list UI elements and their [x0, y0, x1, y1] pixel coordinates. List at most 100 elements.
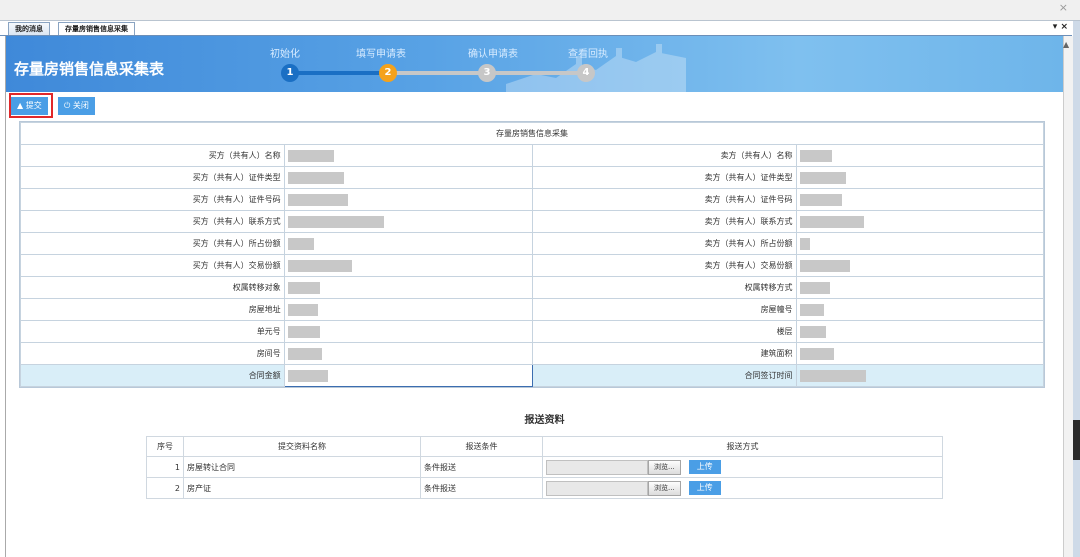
power-icon: ⏻ — [64, 101, 71, 110]
col-header-method: 报送方式 — [542, 436, 943, 457]
unit-number-label: 单元号 — [20, 320, 285, 343]
form-row: 买方（共有人）名称 卖方（共有人）名称 — [20, 144, 1045, 167]
transfer-method-label: 权属转移方式 — [531, 276, 797, 299]
seller-share-label: 卖方（共有人）所占份额 — [531, 232, 797, 255]
buyer-name-field[interactable] — [283, 144, 533, 167]
row-no: 2 — [146, 477, 184, 499]
seller-contact-label: 卖方（共有人）联系方式 — [531, 210, 797, 233]
banner: 存量房销售信息采集表 初始化 填写申请表 确认申请表 查看回执 1 2 3 4 — [6, 36, 1063, 92]
material-name: 房产证 — [183, 477, 421, 499]
seller-id-type-field[interactable] — [795, 166, 1045, 189]
form-row: 合同金额 合同签订时间 — [20, 364, 1045, 387]
form-row: 房间号 建筑面积 — [20, 342, 1045, 365]
step-dot-1: 1 — [281, 64, 299, 82]
seller-trade-share-field[interactable] — [795, 254, 1045, 277]
table-row: 1 房屋转让合同 条件报送 浏览... 上传 — [146, 456, 943, 478]
tab-stock-house-collection[interactable]: 存量房销售信息采集 — [58, 22, 135, 35]
buyer-share-label: 买方（共有人）所占份额 — [20, 232, 285, 255]
submit-highlight-box — [9, 93, 53, 118]
contract-amount-label: 合同金额 — [20, 364, 285, 387]
buyer-id-type-field[interactable] — [283, 166, 533, 189]
window-titlebar: × — [0, 0, 1080, 21]
material-name: 房屋转让合同 — [183, 456, 421, 478]
materials-title: 报送资料 — [524, 415, 565, 426]
browse-button[interactable]: 浏览... — [648, 480, 681, 496]
upload-button[interactable]: 上传 — [688, 460, 721, 474]
room-number-label: 房间号 — [20, 342, 285, 365]
seller-trade-share-label: 卖方（共有人）交易份额 — [531, 254, 797, 277]
buyer-id-number-field[interactable] — [283, 188, 533, 211]
seller-contact-field[interactable] — [795, 210, 1045, 233]
form-row: 买方（共有人）交易份额 卖方（共有人）交易份额 — [20, 254, 1045, 277]
form-row: 买方（共有人）联系方式 卖方（共有人）联系方式 — [20, 210, 1045, 233]
buyer-trade-share-label: 买方（共有人）交易份额 — [20, 254, 285, 277]
step-label-4: 查看回执 — [568, 49, 608, 60]
col-header-condition: 报送条件 — [420, 436, 543, 457]
file-path-input[interactable] — [546, 480, 648, 496]
table-row: 2 房产证 条件报送 浏览... 上传 — [146, 477, 943, 499]
room-number-field[interactable] — [283, 342, 533, 365]
contract-date-label: 合同签订时间 — [531, 364, 797, 387]
step-label-1: 初始化 — [270, 49, 300, 60]
browse-button[interactable]: 浏览... — [648, 459, 681, 475]
upload-cell: 浏览... 上传 — [542, 477, 943, 499]
step-label-3: 确认申请表 — [468, 49, 518, 60]
seller-share-field[interactable] — [795, 232, 1045, 255]
buyer-share-field[interactable] — [283, 232, 533, 255]
transfer-object-field[interactable] — [283, 276, 533, 299]
window-close-icon[interactable]: × — [1059, 1, 1068, 14]
step-dot-3: 3 — [478, 64, 496, 82]
step-dot-2: 2 — [379, 64, 397, 82]
buyer-id-type-label: 买方（共有人）证件类型 — [20, 166, 285, 189]
materials-header-row: 序号 提交资料名称 报送条件 报送方式 — [146, 436, 943, 457]
building-number-field[interactable] — [795, 298, 1045, 321]
buyer-contact-field[interactable] — [283, 210, 533, 233]
building-area-label: 建筑面积 — [531, 342, 797, 365]
buyer-id-number-label: 买方（共有人）证件号码 — [20, 188, 285, 211]
vertical-scrollbar[interactable] — [1063, 36, 1073, 557]
form-row: 买方（共有人）所占份额 卖方（共有人）所占份额 — [20, 232, 1045, 255]
scroll-up-icon[interactable]: ▲ — [1063, 40, 1069, 49]
col-header-name: 提交资料名称 — [183, 436, 421, 457]
material-condition: 条件报送 — [420, 456, 543, 478]
window-edge — [1073, 0, 1080, 557]
material-condition: 条件报送 — [420, 477, 543, 499]
house-address-field[interactable] — [283, 298, 533, 321]
step-progress-done — [296, 71, 386, 75]
main-content: 存量房销售信息采集表 初始化 填写申请表 确认申请表 查看回执 1 2 3 4 … — [5, 36, 1063, 557]
tab-controls[interactable]: ▾ × — [1053, 22, 1068, 32]
seller-id-number-label: 卖方（共有人）证件号码 — [531, 188, 797, 211]
transfer-method-field[interactable] — [795, 276, 1045, 299]
seller-name-label: 卖方（共有人）名称 — [531, 144, 797, 167]
file-path-input[interactable] — [546, 459, 648, 475]
floor-field[interactable] — [795, 320, 1045, 343]
form-row: 房屋地址 房屋幢号 — [20, 298, 1045, 321]
toolbar: ▲ 提交 ⏻ 关闭 — [6, 93, 1063, 119]
row-no: 1 — [146, 456, 184, 478]
unit-number-field[interactable] — [283, 320, 533, 343]
step-dot-4: 4 — [577, 64, 595, 82]
form-row: 买方（共有人）证件类型 卖方（共有人）证件类型 — [20, 166, 1045, 189]
upload-cell: 浏览... 上传 — [542, 456, 943, 478]
side-dock-handle[interactable] — [1073, 420, 1080, 460]
buyer-trade-share-field[interactable] — [283, 254, 533, 277]
seller-name-field[interactable] — [795, 144, 1045, 167]
form-row: 权属转移对象 权属转移方式 — [20, 276, 1045, 299]
contract-amount-field[interactable] — [283, 364, 533, 387]
building-number-label: 房屋幢号 — [531, 298, 797, 321]
tab-my-messages[interactable]: 我的消息 — [8, 22, 50, 35]
materials-table: 报送资料 序号 提交资料名称 报送条件 报送方式 1 房屋转让合同 条件报送 浏… — [146, 401, 943, 499]
info-table: 存量房销售信息采集 买方（共有人）名称 卖方（共有人）名称 买方（共有人）证件类… — [20, 122, 1045, 387]
step-label-2: 填写申请表 — [356, 49, 406, 60]
close-button[interactable]: ⏻ 关闭 — [58, 97, 95, 115]
floor-label: 楼层 — [531, 320, 797, 343]
close-button-label: 关闭 — [72, 101, 89, 110]
upload-button[interactable]: 上传 — [688, 481, 721, 495]
buyer-name-label: 买方（共有人）名称 — [20, 144, 285, 167]
contract-date-field[interactable] — [795, 364, 1045, 387]
form-row: 单元号 楼层 — [20, 320, 1045, 343]
seller-id-number-field[interactable] — [795, 188, 1045, 211]
page-title: 存量房销售信息采集表 — [14, 61, 165, 78]
form-title: 存量房销售信息采集 — [20, 122, 1044, 145]
building-area-field[interactable] — [795, 342, 1045, 365]
